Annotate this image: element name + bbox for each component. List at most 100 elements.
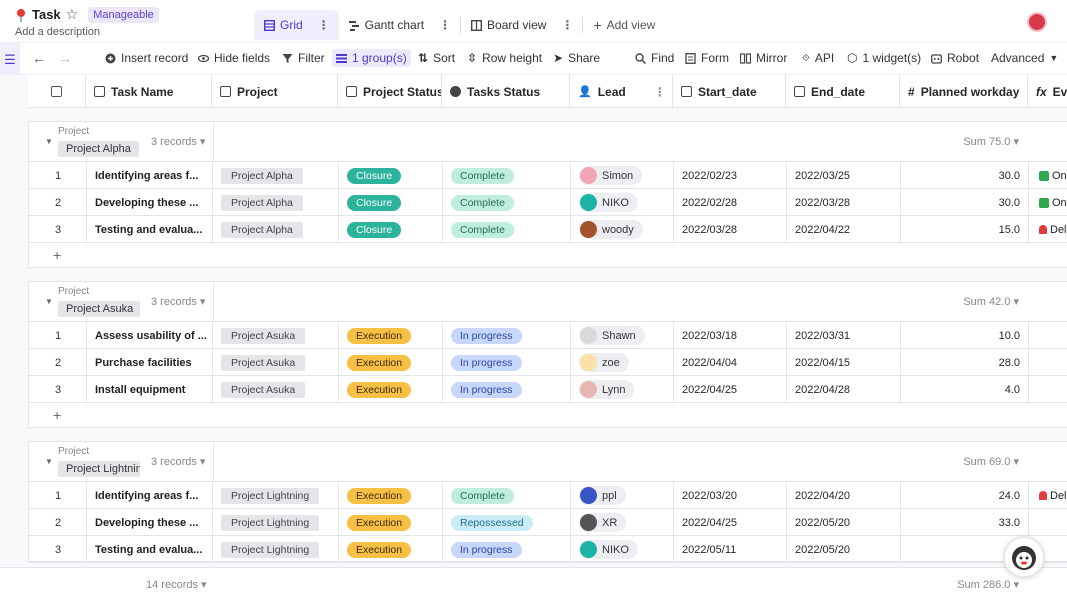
planned-workday[interactable]: 33.0 <box>999 517 1020 529</box>
task-name[interactable]: Testing and evalua... <box>95 544 202 556</box>
column-lead[interactable]: 👤 Lead ⋮ <box>570 75 673 108</box>
project-status-pill[interactable]: Closure <box>347 167 402 184</box>
row-height-button[interactable]: ⇳ Row height <box>467 51 542 65</box>
table-row[interactable]: 1 Identifying areas f... Project Alpha Clos… <box>29 162 1067 189</box>
end-date[interactable]: 2022/03/28 <box>795 197 850 209</box>
lead-chip[interactable]: NIKO <box>579 193 638 212</box>
collapse-caret-icon[interactable]: ▼ <box>45 297 53 306</box>
project-tag[interactable]: Project Alpha <box>221 194 303 211</box>
planned-workday[interactable]: 28.0 <box>999 357 1020 369</box>
more-icon[interactable]: ⋮ <box>561 18 573 32</box>
insert-record-button[interactable]: Insert record <box>105 51 188 65</box>
advanced-dropdown[interactable]: Advanced ▼ <box>991 51 1058 65</box>
task-name[interactable]: Testing and evalua... <box>95 224 202 236</box>
task-status-pill[interactable]: Complete <box>451 487 514 504</box>
tab-grid[interactable]: Grid ⋮ <box>254 10 339 40</box>
project-status-pill[interactable]: Execution <box>347 487 412 504</box>
add-description[interactable]: Add a description <box>15 26 100 38</box>
project-tag[interactable]: Project Alpha <box>221 221 303 238</box>
project-tag[interactable]: Project Asuka <box>221 327 306 344</box>
user-avatar[interactable] <box>1027 12 1047 32</box>
sidebar-toggle-icon[interactable]: ☰ <box>0 43 20 76</box>
planned-workday[interactable]: 30.0 <box>999 170 1020 182</box>
lead-chip[interactable]: zoe <box>579 353 629 372</box>
group-sum[interactable]: Sum 42.0 ▾ <box>963 295 1019 308</box>
task-name[interactable]: Assess usability of ... <box>95 330 207 342</box>
start-date[interactable]: 2022/04/25 <box>682 384 737 396</box>
start-date[interactable]: 2022/03/20 <box>682 490 737 502</box>
task-status-pill[interactable]: In progress <box>451 381 522 398</box>
end-date[interactable]: 2022/05/20 <box>795 544 850 556</box>
task-status-pill[interactable]: Repossessed <box>451 514 533 531</box>
end-date[interactable]: 2022/05/20 <box>795 517 850 529</box>
task-status-pill[interactable]: Complete <box>451 221 514 238</box>
lead-chip[interactable]: Shawn <box>579 326 645 345</box>
lead-chip[interactable]: Simon <box>579 166 643 185</box>
lead-chip[interactable]: NIKO <box>579 540 638 559</box>
collapse-caret-icon[interactable]: ▼ <box>45 457 53 466</box>
page-title[interactable]: Task <box>32 7 61 22</box>
end-date[interactable]: 2022/04/28 <box>795 384 850 396</box>
table-row[interactable]: 3 Testing and evalua... Project Alpha Closu… <box>29 216 1067 243</box>
assistant-mascot-icon[interactable] <box>1003 536 1045 578</box>
column-end-date[interactable]: End_date <box>786 75 900 108</box>
column-start-date[interactable]: Start_date <box>673 75 786 108</box>
share-button[interactable]: ➤ Share <box>553 51 600 65</box>
find-button[interactable]: Find <box>635 51 674 65</box>
start-date[interactable]: 2022/03/28 <box>682 224 737 236</box>
planned-workday[interactable]: 24.0 <box>999 490 1020 502</box>
task-name[interactable]: Identifying areas f... <box>95 170 198 182</box>
group-sum[interactable]: Sum 75.0 ▾ <box>963 135 1019 148</box>
more-icon[interactable]: ⋮ <box>654 85 666 99</box>
table-row[interactable]: 1 Assess usability of ... Project Asuka Exe… <box>29 322 1067 349</box>
add-view-button[interactable]: + Add view <box>583 10 665 40</box>
widgets-button[interactable]: ⬡ 1 widget(s) <box>847 51 921 65</box>
task-name[interactable]: Identifying areas f... <box>95 490 198 502</box>
lead-chip[interactable]: ppl <box>579 486 626 505</box>
group-header[interactable]: ▼ Project Project Alpha 3 records ▾ Sum 75.0… <box>29 122 1067 162</box>
task-status-pill[interactable]: In progress <box>451 541 522 558</box>
project-tag[interactable]: Project Alpha <box>221 167 303 184</box>
table-row[interactable]: 2 Developing these ... Project Lightning Ex… <box>29 509 1067 536</box>
start-date[interactable]: 2022/02/28 <box>682 197 737 209</box>
project-tag[interactable]: Project Lightning <box>221 541 320 558</box>
project-status-pill[interactable]: Execution <box>347 381 412 398</box>
column-task-name[interactable]: Task Name <box>86 75 212 108</box>
forward-arrow-icon[interactable]: → <box>58 50 72 66</box>
planned-workday[interactable]: 10.0 <box>999 330 1020 342</box>
add-row-button[interactable]: + <box>29 403 1067 429</box>
hide-fields-button[interactable]: Hide fields <box>198 51 270 65</box>
column-planned-workday[interactable]: # Planned workday <box>900 75 1028 108</box>
task-name[interactable]: Developing these ... <box>95 197 198 209</box>
project-status-pill[interactable]: Closure <box>347 194 402 211</box>
tab-gantt[interactable]: Gantt chart ⋮ <box>339 10 460 40</box>
task-name[interactable]: Purchase facilities <box>95 357 192 369</box>
table-row[interactable]: 3 Install equipment Project Asuka Execution… <box>29 376 1067 403</box>
project-status-pill[interactable]: Execution <box>347 541 412 558</box>
start-date[interactable]: 2022/04/25 <box>682 517 737 529</box>
form-button[interactable]: Form <box>685 51 729 65</box>
project-status-pill[interactable]: Closure <box>347 221 402 238</box>
table-row[interactable]: 1 Identifying areas f... Project Lightning… <box>29 482 1067 509</box>
back-arrow-icon[interactable]: ← <box>32 50 46 66</box>
task-name[interactable]: Developing these ... <box>95 517 198 529</box>
project-tag[interactable]: Project Lightning <box>221 487 320 504</box>
task-status-pill[interactable]: In progress <box>451 327 522 344</box>
robot-button[interactable]: Robot <box>931 51 979 65</box>
column-project[interactable]: Project <box>212 75 338 108</box>
start-date[interactable]: 2022/02/23 <box>682 170 737 182</box>
lead-chip[interactable]: woody <box>579 220 643 239</box>
task-status-pill[interactable]: In progress <box>451 354 522 371</box>
start-date[interactable]: 2022/05/11 <box>682 544 736 556</box>
more-icon[interactable]: ⋮ <box>439 18 451 32</box>
project-tag[interactable]: Project Asuka <box>221 354 306 371</box>
end-date[interactable]: 2022/03/25 <box>795 170 850 182</box>
more-icon[interactable]: ⋮ <box>318 18 330 32</box>
task-name[interactable]: Install equipment <box>95 384 185 396</box>
project-status-pill[interactable]: Execution <box>347 354 412 371</box>
column-tasks-status[interactable]: Tasks Status <box>442 75 570 108</box>
task-status-pill[interactable]: Complete <box>451 167 514 184</box>
table-row[interactable]: 3 Testing and evalua... Project Lightning E… <box>29 536 1067 563</box>
project-tag[interactable]: Project Asuka <box>221 381 306 398</box>
add-row-button[interactable]: + <box>29 243 1067 269</box>
